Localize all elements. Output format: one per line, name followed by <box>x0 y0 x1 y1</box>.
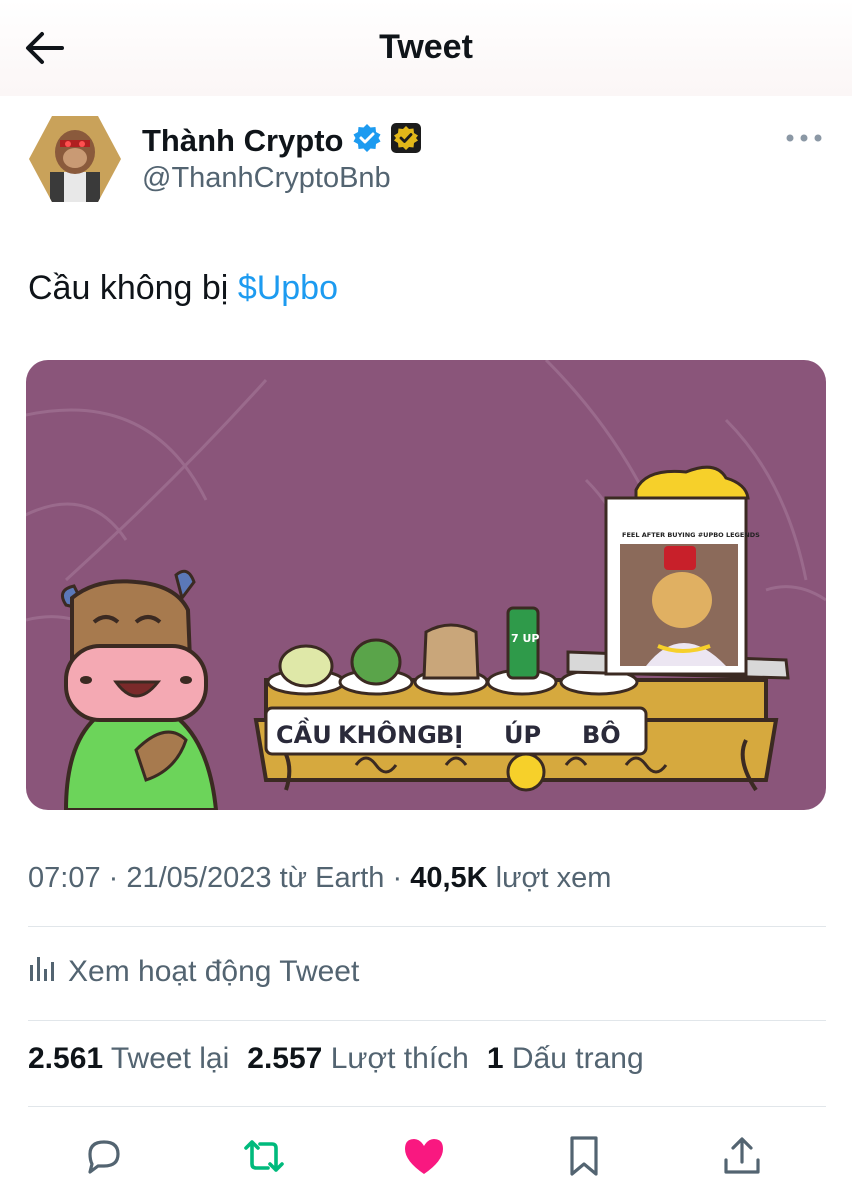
cow-character <box>60 569 219 810</box>
can-label: 7 UP <box>511 632 539 645</box>
like-icon[interactable] <box>394 1128 454 1184</box>
bookmark-icon[interactable] <box>554 1128 614 1184</box>
view-tweet-activity-link[interactable]: Xem hoạt động Tweet <box>28 950 359 994</box>
tweet-media-image[interactable]: CẦU KHÔNG BỊ ÚP BÔ 7 UP FEEL AFTER BUYIN… <box>26 360 826 810</box>
tweet-date: 21/05/2023 <box>126 862 272 894</box>
meta-separator: · <box>384 862 411 894</box>
analytics-bar-icon <box>28 953 56 991</box>
retweet-count-link[interactable]: 2.561 Tweet lại <box>28 1042 229 1076</box>
gold-affiliate-badge-icon <box>390 122 422 159</box>
retweet-count: 2.561 <box>28 1042 104 1075</box>
reply-icon[interactable] <box>74 1128 134 1184</box>
table-word-1: CẦU <box>276 716 332 749</box>
divider <box>28 926 826 927</box>
retweet-label: Tweet lại <box>110 1042 230 1075</box>
display-name[interactable]: Thành Crypto <box>142 123 344 159</box>
tweet-body: Cầu không bị <box>28 269 238 307</box>
verified-check-icon <box>352 123 382 158</box>
table-word-5: BÔ <box>582 719 621 749</box>
view-count-label: lượt xem <box>487 862 612 894</box>
divider <box>28 1106 826 1107</box>
like-count: 2.557 <box>247 1042 323 1075</box>
tweet-meta: 07:07 · 21/05/2023 từ Earth · 40,5K lượt… <box>28 862 611 895</box>
meta-separator: · <box>100 862 127 894</box>
more-options-icon[interactable] <box>784 126 824 150</box>
tweet-action-bar <box>0 1128 852 1184</box>
table-word-3: BỊ <box>436 721 463 749</box>
retweet-icon[interactable] <box>234 1128 294 1184</box>
bookmark-label: Dấu trang <box>511 1042 644 1075</box>
page-title: Tweet <box>379 28 473 66</box>
share-icon[interactable] <box>712 1128 772 1184</box>
meme-caption: FEEL AFTER BUYING #UPBO LEGENDS <box>622 531 760 539</box>
divider <box>28 1020 826 1021</box>
view-count: 40,5K <box>410 862 488 894</box>
tweet-stats: 2.561 Tweet lại 2.557 Lượt thích 1 Dấu t… <box>28 1042 644 1076</box>
table-word-4: ÚP <box>504 719 541 749</box>
tweet-author: Thành Crypto @ThanhCryptoBnb <box>28 114 824 206</box>
like-label: Lượt thích <box>330 1042 469 1075</box>
bookmark-count-link[interactable]: 1 Dấu trang <box>487 1042 644 1076</box>
tweet-text: Cầu không bị $Upbo <box>28 266 338 310</box>
like-count-link[interactable]: 2.557 Lượt thích <box>247 1042 469 1076</box>
activity-label: Xem hoạt động Tweet <box>68 955 360 988</box>
bookmark-count: 1 <box>486 1042 504 1075</box>
author-name-row: Thành Crypto <box>142 122 422 159</box>
top-bar: Tweet <box>0 0 852 96</box>
table-word-2: KHÔNG <box>338 719 437 749</box>
tweet-time: 07:07 <box>28 862 101 894</box>
author-handle[interactable]: @ThanhCryptoBnb <box>142 162 391 195</box>
avatar[interactable] <box>28 114 122 204</box>
tweet-source: từ Earth <box>271 862 385 894</box>
cashtag-link[interactable]: $Upbo <box>238 269 338 307</box>
